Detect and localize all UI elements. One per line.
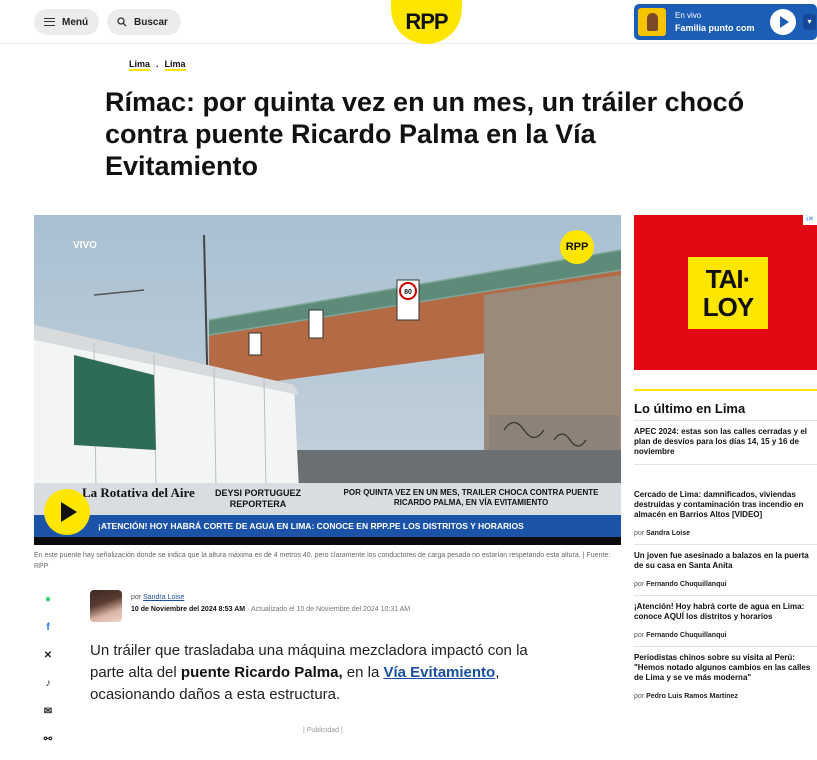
news-title[interactable]: Periodistas chinos sobre su visita al Pe… (634, 653, 817, 683)
list-item[interactable]: Cercado de Lima: damnificados, viviendas… (634, 464, 817, 544)
rpp-logo[interactable]: RPP (391, 0, 462, 44)
tiktok-icon[interactable]: ♪ (40, 676, 56, 692)
body-bold: puente Ricardo Palma, (180, 664, 343, 681)
search-label: Buscar (134, 16, 168, 28)
author-line: por Sandra Loise (131, 594, 184, 601)
ad-brand-line2: LOY (702, 292, 754, 322)
reporter-name: DEYSI PORTUGUEZ (214, 488, 301, 498)
news-title[interactable]: Un joven fue asesinado a balazos en la p… (634, 551, 817, 571)
live-tag-text: VIVO (73, 240, 97, 251)
breadcrumb: Lima . Lima (129, 59, 186, 71)
logo-text: RPP (405, 9, 448, 34)
search-icon (117, 17, 127, 27)
live-thumbnail (638, 8, 666, 36)
list-item[interactable]: Periodistas chinos sobre su visita al Pe… (634, 646, 817, 707)
channel-bug: RPP (560, 230, 594, 264)
ad-label: | Publicidad | (303, 727, 343, 734)
news-author: por Fernando Chuquillanqui (634, 632, 817, 639)
video-player[interactable]: 80 La Rotativa del Aire DEYSI PORTUGUEZ … (34, 215, 621, 545)
author-name[interactable]: Sandra Loise (646, 530, 690, 537)
email-icon[interactable]: ✉ (40, 704, 56, 720)
video-play-button[interactable] (44, 489, 90, 535)
whatsapp-icon[interactable]: ● (40, 592, 56, 608)
ad-brand-line1: TAI· (705, 264, 752, 294)
news-title[interactable]: APEC 2024: estas son las calles cerradas… (634, 427, 817, 457)
ticker-bottom-band (34, 537, 621, 545)
latest-news-list: APEC 2024: estas son las calles cerradas… (634, 420, 817, 707)
x-icon[interactable]: ✕ (40, 648, 56, 664)
program-name: La Rotativa del Aire (82, 485, 195, 500)
share-bar: ● f ✕ ♪ ✉ ⚯ (40, 592, 56, 760)
ad-logo: TAI· LOY (688, 257, 768, 329)
menu-button[interactable]: Menú (34, 9, 99, 35)
by-prefix: por (634, 693, 645, 700)
author-name[interactable]: Pedro Luis Ramos Martinez (646, 693, 738, 700)
author-prefix: por (131, 594, 142, 601)
ad-choices-icon[interactable]: i✕ (803, 215, 817, 225)
author-name[interactable]: Fernando Chuquillanqui (646, 581, 727, 588)
video-ticker: ¡ATENCIÓN! HOY HABRÁ CORTE DE AGUA EN LI… (34, 515, 621, 537)
news-author: por Fernando Chuquillanqui (634, 581, 817, 588)
body-text-2: en la (342, 664, 384, 681)
search-button[interactable]: Buscar (107, 9, 181, 35)
top-bar: Menú Buscar RPP En vivo Familia punto co… (0, 0, 817, 44)
reporter: DEYSI PORTUGUEZ REPORTERA (198, 488, 318, 510)
news-author: por Pedro Luis Ramos Martinez (634, 693, 817, 700)
live-tag: VIVO (73, 240, 153, 251)
breadcrumb-separator: . (156, 59, 159, 69)
updated-date: · Actualizado el 10 de Noviembre del 202… (247, 606, 411, 613)
facebook-icon[interactable]: f (40, 620, 56, 636)
link-icon[interactable]: ⚯ (40, 732, 56, 748)
news-author: por Sandra Loise (634, 530, 817, 537)
sidebar-title: Lo último en Lima (634, 401, 746, 416)
by-prefix: por (634, 530, 645, 537)
section-divider (634, 389, 817, 391)
list-item[interactable]: Un joven fue asesinado a balazos en la p… (634, 544, 817, 595)
by-prefix: por (634, 581, 645, 588)
breadcrumb-item[interactable]: Lima (164, 59, 186, 71)
live-label: En vivo (675, 11, 702, 20)
advertisement[interactable]: i✕ TAI· LOY (634, 215, 817, 370)
news-title[interactable]: ¡Atención! Hoy habrá corte de agua en Li… (634, 602, 817, 622)
published-date: 10 de Noviembre del 2024 8:53 AM (131, 606, 246, 613)
chevron-down-icon[interactable]: ▾ (803, 14, 816, 30)
article-title: Rímac: por quinta vez en un mes, un trái… (105, 87, 745, 181)
menu-label: Menú (62, 16, 89, 28)
article-body: Un tráiler que trasladaba una máquina me… (90, 640, 560, 706)
author-link[interactable]: Sandra Loise (143, 594, 184, 601)
live-play-button[interactable] (770, 9, 796, 35)
list-item[interactable]: APEC 2024: estas son las calles cerradas… (634, 420, 817, 464)
speed-sign-text: 80 (404, 289, 412, 296)
live-program: Familia punto com (675, 23, 755, 33)
live-player[interactable]: En vivo Familia punto com ▾ (634, 4, 817, 40)
author-avatar[interactable] (90, 590, 122, 622)
hamburger-icon (44, 18, 55, 26)
reporter-role: REPORTERA (229, 499, 287, 509)
author-name[interactable]: Fernando Chuquillanqui (646, 632, 727, 639)
video-headline: POR QUINTA VEZ EN UN MES, TRAILER CHOCA … (343, 488, 599, 507)
ad-label-text: Publicidad (306, 727, 340, 734)
by-prefix: por (634, 632, 645, 639)
image-caption: En este puente hay señalización donde se… (34, 552, 611, 570)
video-lower-third: La Rotativa del Aire DEYSI PORTUGUEZ REP… (34, 483, 621, 545)
article-dates: 10 de Noviembre del 2024 8:53 AM · Actua… (131, 606, 410, 613)
list-item[interactable]: ¡Atención! Hoy habrá corte de agua en Li… (634, 595, 817, 646)
news-title[interactable]: Cercado de Lima: damnificados, viviendas… (634, 490, 817, 520)
breadcrumb-item[interactable]: Lima (129, 59, 151, 71)
lower-third-top-band: La Rotativa del Aire DEYSI PORTUGUEZ REP… (34, 483, 621, 515)
via-evitamiento-link[interactable]: Vía Evitamiento (384, 664, 496, 681)
